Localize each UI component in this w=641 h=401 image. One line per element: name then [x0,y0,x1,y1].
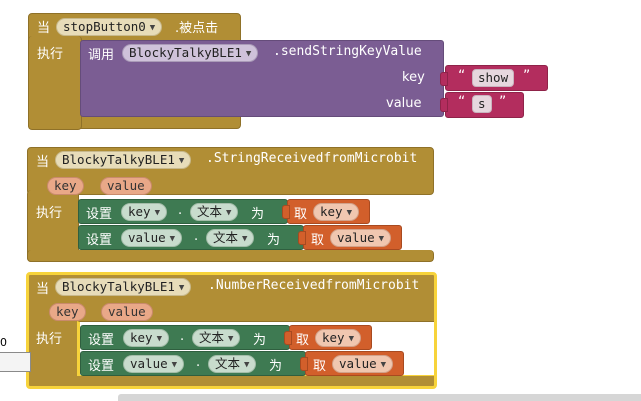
when-label: 当 [37,21,51,36]
puzzle-connector [440,98,448,112]
when-label: 当 [36,155,50,170]
puzzle-connector [440,72,448,86]
component-dropdown-stopbutton[interactable]: stopButton0 ▼ [56,18,163,36]
property-dropdown-text[interactable]: 文本 ▼ [206,229,255,247]
chevron-down-icon: ▼ [226,208,232,218]
chevron-down-icon: ▼ [346,208,352,218]
open-quote-icon: “ [458,94,466,110]
to-label: 为 [253,333,267,348]
chevron-down-icon: ▼ [348,334,354,344]
side-input-box[interactable] [0,352,31,372]
get-label: 取 [294,207,308,222]
get-label: 取 [296,333,310,348]
property-dropdown-text[interactable]: 文本 ▼ [192,329,241,347]
dot-label: . [194,229,199,244]
to-label: 为 [251,207,265,222]
get-label: 取 [313,359,327,374]
close-quote-icon: ” [499,94,507,110]
target-dropdown-value[interactable]: value ▼ [121,229,183,247]
puzzle-connector [284,331,292,345]
text-value-show[interactable]: show [472,69,515,87]
puzzle-connector [300,357,308,371]
value-socket-label: value [386,96,422,111]
property-dropdown-text[interactable]: 文本 ▼ [190,203,239,221]
component-dropdown-blockytalky[interactable]: BlockyTalkyBLE1 ▼ [122,44,259,62]
set-label: 设置 [86,233,113,248]
event-param-value[interactable]: value [100,177,152,195]
target-dropdown-key[interactable]: key ▼ [123,329,169,347]
event-param-value[interactable]: value [101,303,153,321]
get-label: 取 [311,233,325,248]
property-dropdown-text[interactable]: 文本 ▼ [208,355,257,373]
chevron-down-icon: ▼ [380,360,387,370]
puzzle-connector [282,205,290,219]
to-label: 为 [267,233,281,248]
event-name-label: .StringReceivedfromMicrobit [206,151,418,166]
event-name-label: .被点击 [175,21,219,36]
event-param-key[interactable]: key [49,303,86,321]
puzzle-connector [298,231,306,245]
when-label: 当 [36,282,50,297]
target-dropdown-value[interactable]: value ▼ [123,355,185,373]
event-block-footer [27,250,434,262]
variable-dropdown-value[interactable]: value ▼ [330,229,392,247]
dot-label: . [180,329,185,344]
variable-dropdown-key[interactable]: key ▼ [313,203,359,221]
event-param-key[interactable]: key [47,177,84,195]
chevron-down-icon: ▼ [149,23,156,33]
text-value-s[interactable]: s [472,95,492,113]
to-label: 为 [269,359,283,374]
variable-dropdown-key[interactable]: key ▼ [315,329,361,347]
chevron-down-icon: ▼ [156,334,162,344]
set-label: 设置 [86,207,113,222]
horizontal-scrollbar[interactable] [118,394,641,401]
do-label: 执行 [36,332,63,347]
chevron-down-icon: ▼ [178,156,185,166]
dot-label: . [196,355,201,370]
chevron-down-icon: ▼ [242,234,248,244]
chevron-down-icon: ▼ [228,334,234,344]
variable-dropdown-value[interactable]: value ▼ [332,355,394,373]
chevron-down-icon: ▼ [244,360,250,370]
close-quote-icon: ” [523,68,531,84]
call-label: 调用 [88,48,115,63]
component-dropdown-blockytalky[interactable]: BlockyTalkyBLE1 ▼ [55,278,192,296]
set-label: 设置 [88,333,115,348]
do-label: 执行 [36,206,63,221]
chevron-down-icon: ▼ [171,360,178,370]
component-dropdown-blockytalky[interactable]: BlockyTalkyBLE1 ▼ [55,151,192,169]
target-dropdown-key[interactable]: key ▼ [121,203,167,221]
event-name-label: .NumberReceivedfromMicrobit [208,278,420,293]
chevron-down-icon: ▼ [169,234,176,244]
chevron-down-icon: ▼ [154,208,160,218]
open-quote-icon: “ [458,68,466,84]
method-name-label: .sendStringKeyValue [273,44,422,59]
event-block-footer [29,376,434,386]
key-socket-label: key [402,70,425,85]
zoom-value-label: 0 [0,336,7,349]
chevron-down-icon: ▼ [378,234,385,244]
chevron-down-icon: ▼ [178,283,185,293]
chevron-down-icon: ▼ [245,49,252,59]
set-label: 设置 [88,359,115,374]
dot-label: . [178,203,183,218]
do-label: 执行 [37,47,64,62]
